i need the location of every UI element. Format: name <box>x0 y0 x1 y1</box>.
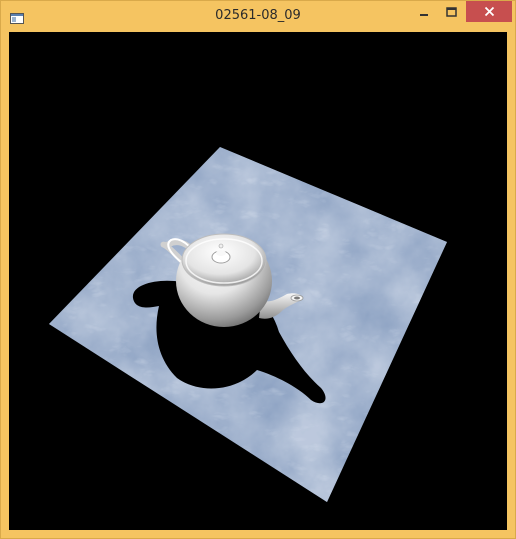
maximize-icon <box>446 6 457 17</box>
close-icon <box>484 6 494 17</box>
app-window-icon[interactable] <box>10 9 24 24</box>
app-window: 02561-08_09 <box>0 0 516 539</box>
minimize-icon <box>419 13 428 16</box>
title-bar[interactable]: 02561-08_09 <box>1 1 515 31</box>
maximize-button[interactable] <box>438 1 465 22</box>
render-viewport[interactable] <box>9 32 507 530</box>
minimize-button[interactable] <box>410 1 437 22</box>
close-button[interactable] <box>466 1 512 22</box>
